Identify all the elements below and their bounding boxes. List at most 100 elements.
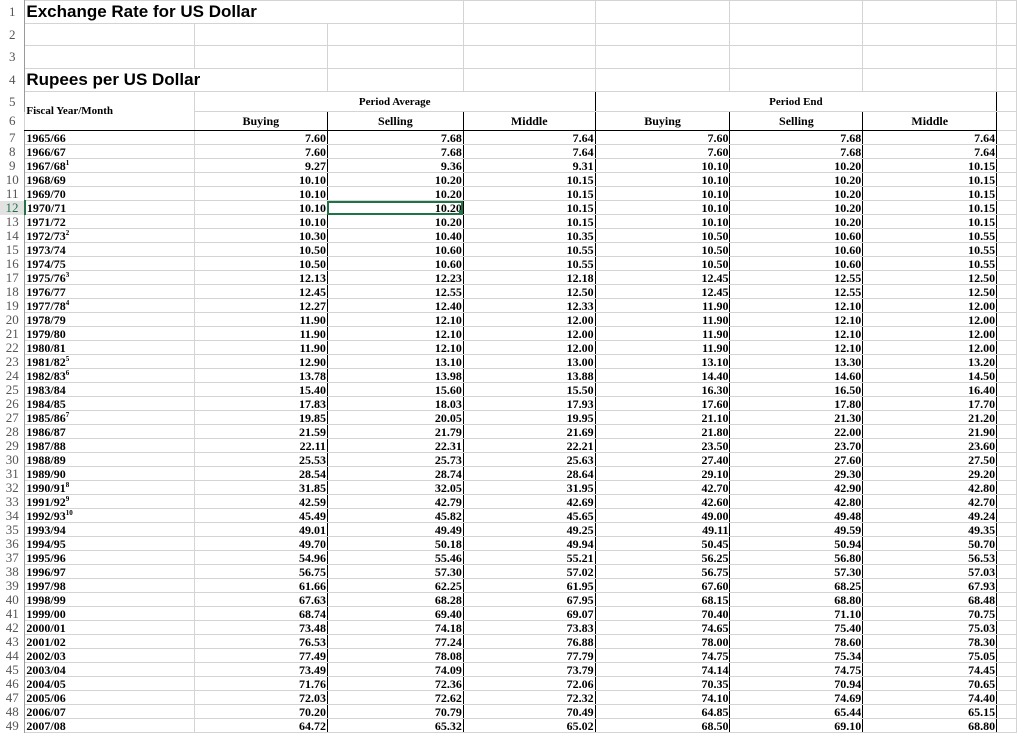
cell[interactable]	[996, 242, 1017, 257]
cell[interactable]	[996, 326, 1017, 341]
end-selling-cell[interactable]: 12.55	[729, 270, 864, 285]
end-middle-cell[interactable]: 27.50	[862, 452, 998, 467]
cell[interactable]	[862, 23, 998, 46]
end-buying-cell[interactable]: 42.70	[594, 480, 731, 495]
fiscal-year-cell[interactable]: 1970/71	[24, 200, 195, 215]
avg-buying-cell[interactable]: 77.49	[193, 648, 328, 663]
end-middle-cell[interactable]: 12.50	[862, 270, 998, 285]
avg-middle-cell[interactable]: 72.06	[462, 676, 596, 691]
avg-middle-cell[interactable]: 7.64	[462, 144, 596, 159]
cell[interactable]	[996, 690, 1017, 705]
avg-selling-cell[interactable]: 70.79	[326, 704, 464, 719]
end-middle-cell[interactable]: 10.55	[862, 228, 998, 243]
avg-buying-cell[interactable]: 22.11	[193, 438, 328, 453]
end-selling-cell[interactable]: 7.68	[729, 130, 864, 145]
cell[interactable]	[862, 45, 998, 69]
cell[interactable]	[996, 466, 1017, 481]
end-selling-cell[interactable]: 70.94	[729, 676, 864, 691]
end-buying-cell[interactable]: 21.10	[594, 410, 731, 425]
avg-selling-cell[interactable]: 12.40	[326, 298, 464, 313]
cell[interactable]	[996, 410, 1017, 425]
end-selling-cell[interactable]: 12.10	[729, 298, 864, 313]
end-middle-cell[interactable]: 70.65	[862, 676, 998, 691]
end-buying-cell[interactable]: 78.00	[594, 634, 731, 649]
end-selling-cell[interactable]: 10.60	[729, 242, 864, 257]
fiscal-year-cell[interactable]: 2002/03	[24, 648, 195, 663]
end-middle-cell[interactable]: 70.75	[862, 606, 998, 621]
fiscal-year-cell[interactable]: 2000/01	[24, 620, 195, 635]
end-middle-cell[interactable]: 56.53	[862, 550, 998, 565]
avg-selling-cell[interactable]: 15.60	[326, 382, 464, 397]
cell[interactable]	[996, 368, 1017, 383]
end-middle-cell[interactable]: 10.15	[862, 214, 998, 229]
cell[interactable]	[996, 200, 1017, 215]
row-header[interactable]: 34	[0, 508, 26, 523]
row-header[interactable]: 8	[0, 144, 26, 159]
cell[interactable]	[996, 438, 1017, 453]
avg-buying-cell[interactable]: 10.10	[193, 172, 328, 187]
fiscal-year-cell[interactable]: 2003/04	[24, 662, 195, 677]
avg-buying-cell[interactable]: 73.49	[193, 662, 328, 677]
row-header[interactable]: 40	[0, 592, 26, 607]
cell[interactable]	[996, 312, 1017, 327]
end-middle-cell[interactable]: 23.60	[862, 438, 998, 453]
row-header[interactable]: 30	[0, 452, 26, 467]
cell[interactable]	[462, 68, 596, 92]
cell[interactable]	[996, 158, 1017, 173]
row-header[interactable]: 37	[0, 550, 26, 565]
cell[interactable]	[729, 0, 864, 24]
end-selling-header[interactable]: Selling	[729, 111, 864, 131]
fiscal-year-cell[interactable]: 1978/79	[24, 312, 195, 327]
row-header[interactable]: 12	[0, 200, 26, 215]
avg-selling-cell[interactable]: 10.20	[326, 172, 464, 187]
cell[interactable]	[862, 68, 998, 92]
avg-buying-cell[interactable]: 10.10	[193, 186, 328, 201]
fiscal-year-cell[interactable]: 2004/05	[24, 676, 195, 691]
avg-selling-cell[interactable]: 65.32	[326, 718, 464, 733]
fiscal-year-cell[interactable]: 1972/732	[24, 228, 195, 243]
avg-middle-cell[interactable]: 12.00	[462, 326, 596, 341]
avg-selling-cell[interactable]: 10.20	[326, 214, 464, 229]
end-middle-cell[interactable]: 68.80	[862, 718, 998, 733]
avg-middle-cell[interactable]: 12.00	[462, 312, 596, 327]
end-selling-cell[interactable]: 71.10	[729, 606, 864, 621]
row-header[interactable]: 46	[0, 676, 26, 691]
fiscal-year-cell[interactable]: 1967/681	[24, 158, 195, 173]
avg-selling-cell[interactable]: 12.23	[326, 270, 464, 285]
end-middle-cell[interactable]: 75.03	[862, 620, 998, 635]
cell[interactable]	[24, 45, 195, 69]
avg-selling-cell[interactable]: 10.40	[326, 228, 464, 243]
row-header[interactable]: 41	[0, 606, 26, 621]
avg-buying-cell[interactable]: 61.66	[193, 578, 328, 593]
row-header[interactable]: 20	[0, 312, 26, 327]
end-middle-header[interactable]: Middle	[862, 111, 998, 131]
end-middle-cell[interactable]: 50.70	[862, 536, 998, 551]
end-selling-cell[interactable]: 74.75	[729, 662, 864, 677]
avg-selling-cell[interactable]: 12.10	[326, 340, 464, 355]
fiscal-year-cell[interactable]: 1993/94	[24, 522, 195, 537]
fiscal-year-header[interactable]: Fiscal Year/Month	[24, 91, 195, 131]
avg-buying-cell[interactable]: 12.13	[193, 270, 328, 285]
end-buying-cell[interactable]: 67.60	[594, 578, 731, 593]
cell[interactable]	[996, 592, 1017, 607]
fiscal-year-cell[interactable]: 1995/96	[24, 550, 195, 565]
end-selling-cell[interactable]: 65.44	[729, 704, 864, 719]
end-buying-cell[interactable]: 68.15	[594, 592, 731, 607]
end-middle-cell[interactable]: 68.48	[862, 592, 998, 607]
avg-selling-cell[interactable]: 10.60	[326, 256, 464, 271]
cell[interactable]	[996, 704, 1017, 719]
end-selling-cell[interactable]: 23.70	[729, 438, 864, 453]
end-selling-cell[interactable]: 16.50	[729, 382, 864, 397]
cell[interactable]	[996, 662, 1017, 677]
fiscal-year-cell[interactable]: 1989/90	[24, 466, 195, 481]
cell[interactable]	[326, 45, 464, 69]
cell[interactable]	[996, 606, 1017, 621]
end-selling-cell[interactable]: 49.59	[729, 522, 864, 537]
row-header[interactable]: 22	[0, 340, 26, 355]
fiscal-year-cell[interactable]: 1987/88	[24, 438, 195, 453]
row-header[interactable]: 47	[0, 690, 26, 705]
end-middle-cell[interactable]: 75.05	[862, 648, 998, 663]
avg-selling-cell[interactable]: 28.74	[326, 466, 464, 481]
fiscal-year-cell[interactable]: 1974/75	[24, 256, 195, 271]
avg-buying-cell[interactable]: 10.10	[193, 200, 328, 215]
